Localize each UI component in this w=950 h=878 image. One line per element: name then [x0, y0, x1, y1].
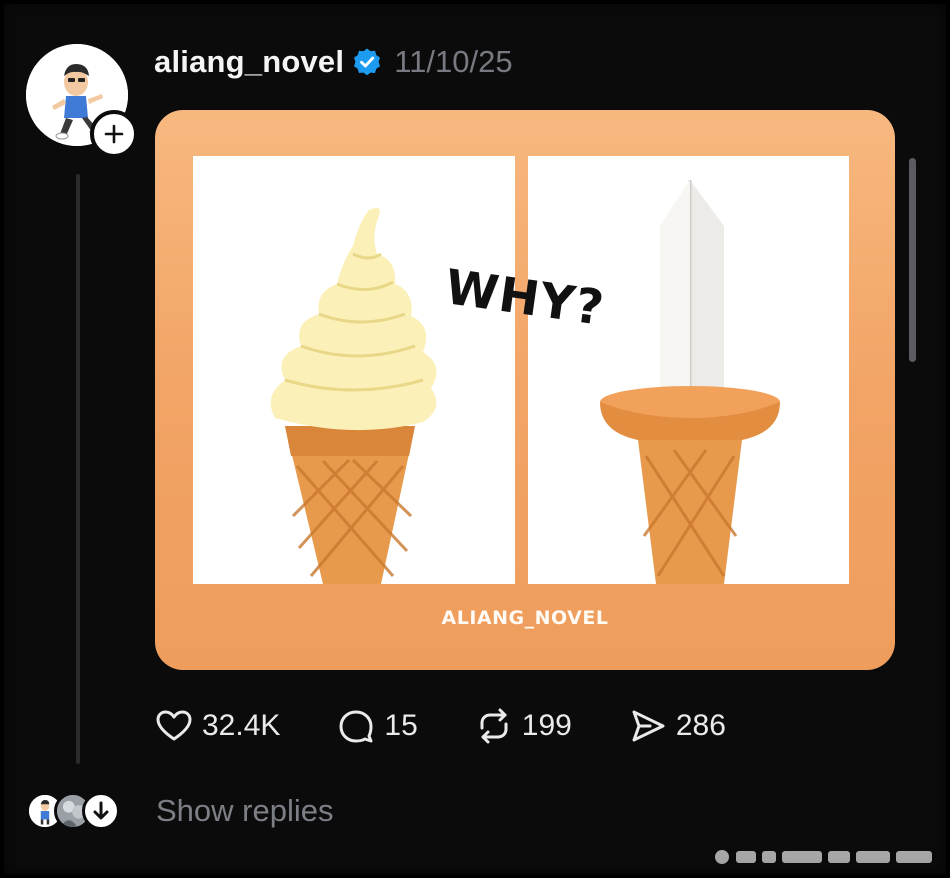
follow-button[interactable]	[90, 110, 138, 158]
author-username[interactable]: aliang_novel	[154, 44, 344, 80]
plus-icon	[104, 124, 124, 144]
like-count: 32.4K	[202, 709, 281, 742]
heart-icon	[156, 710, 192, 741]
screen: aliang_novel 11/10/25 WHY? ALIANG_NOVEL …	[0, 0, 950, 878]
show-replies-label[interactable]: Show replies	[156, 793, 333, 829]
thread-line	[76, 174, 80, 764]
send-icon	[632, 710, 665, 742]
soft-serve-cone-image	[193, 156, 515, 584]
arrow-down-icon	[87, 797, 115, 825]
comment-bubble-icon	[339, 710, 373, 743]
repost-count: 199	[521, 709, 572, 742]
dagger-cone-illustration	[528, 156, 849, 584]
corner-watermark-mark	[715, 850, 932, 864]
post-timestamp: 11/10/25	[394, 44, 513, 79]
scrollbar[interactable]	[909, 158, 916, 362]
expand-replies-icon-wrap[interactable]	[82, 792, 120, 830]
show-replies-row[interactable]: Show replies	[26, 788, 333, 834]
dagger-cone-image	[528, 156, 849, 584]
action-bar: 32.4K 15 199 286	[154, 704, 782, 748]
ice-cream-illustration	[193, 156, 515, 584]
post-header: aliang_novel 11/10/25	[154, 40, 513, 84]
image-watermark: ALIANG_NOVEL	[441, 607, 609, 629]
repost-icon	[480, 708, 508, 744]
post-image[interactable]: WHY? ALIANG_NOVEL	[155, 110, 895, 670]
share-button[interactable]: 286	[628, 706, 726, 746]
comment-count: 15	[384, 709, 418, 742]
repost-button[interactable]: 199	[474, 706, 572, 746]
comment-button[interactable]: 15	[336, 706, 418, 746]
reply-avatars	[26, 788, 134, 834]
like-button[interactable]: 32.4K	[154, 706, 280, 746]
verified-badge-icon	[354, 48, 381, 76]
share-count: 286	[675, 709, 726, 742]
